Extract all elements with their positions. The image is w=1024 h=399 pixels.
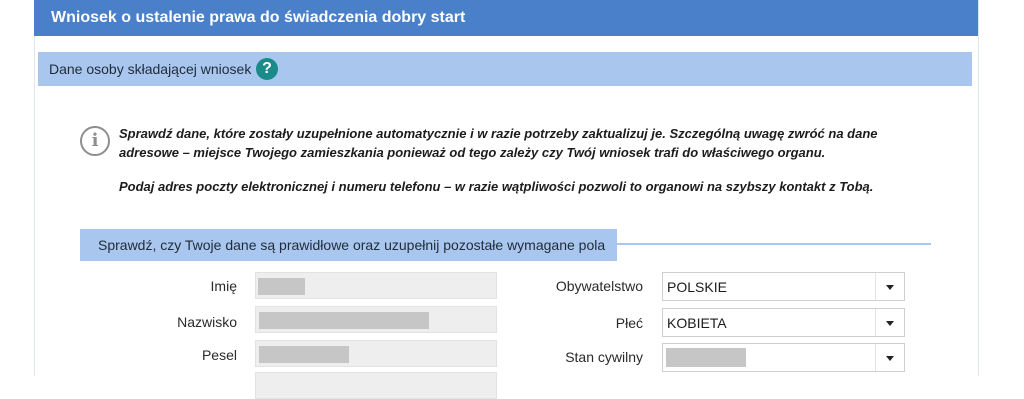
redacted-value bbox=[259, 312, 429, 329]
citizenship-label: Obywatelstwo bbox=[555, 278, 643, 294]
subsection-header: Sprawdź, czy Twoje dane są prawidłowe or… bbox=[80, 229, 617, 261]
redacted-value bbox=[666, 348, 746, 367]
first-name-label: Imię bbox=[210, 278, 237, 294]
marital-status-select[interactable] bbox=[662, 343, 905, 372]
sex-label: Płeć bbox=[615, 315, 643, 331]
redacted-value bbox=[258, 278, 305, 295]
marital-status-label: Stan cywilny bbox=[565, 349, 643, 365]
info-paragraph-2: Podaj adres poczty elektronicznej i nume… bbox=[119, 179, 874, 194]
section-header: Dane osoby składającej wniosek ? bbox=[38, 52, 972, 86]
pesel-label: Pesel bbox=[201, 347, 237, 363]
section-title: Dane osoby składającej wniosek bbox=[49, 61, 252, 77]
subsection-title: Sprawdź, czy Twoje dane są prawidłowe or… bbox=[98, 237, 606, 253]
subsection-divider bbox=[617, 243, 931, 245]
page-title: Wniosek o ustalenie prawa do świadczenia… bbox=[51, 9, 466, 26]
info-icon: i bbox=[80, 126, 110, 156]
first-name-field[interactable] bbox=[255, 272, 497, 299]
info-paragraph-1: Sprawdź dane, które zostały uzupełnione … bbox=[119, 126, 878, 160]
citizenship-select[interactable]: POLSKIE bbox=[662, 272, 905, 301]
last-name-label: Nazwisko bbox=[177, 314, 237, 330]
pesel-field[interactable] bbox=[255, 340, 497, 367]
chevron-down-icon[interactable] bbox=[875, 273, 904, 300]
next-field[interactable] bbox=[255, 372, 497, 399]
redacted-value bbox=[259, 346, 349, 363]
page-header: Wniosek o ustalenie prawa do świadczenia… bbox=[34, 0, 978, 36]
citizenship-value: POLSKIE bbox=[667, 279, 727, 295]
last-name-field[interactable] bbox=[255, 306, 497, 333]
sex-value: KOBIETA bbox=[667, 315, 727, 331]
help-icon[interactable]: ? bbox=[256, 58, 278, 80]
chevron-down-icon[interactable] bbox=[875, 344, 904, 371]
sex-select[interactable]: KOBIETA bbox=[662, 308, 905, 337]
chevron-down-icon[interactable] bbox=[875, 309, 904, 336]
